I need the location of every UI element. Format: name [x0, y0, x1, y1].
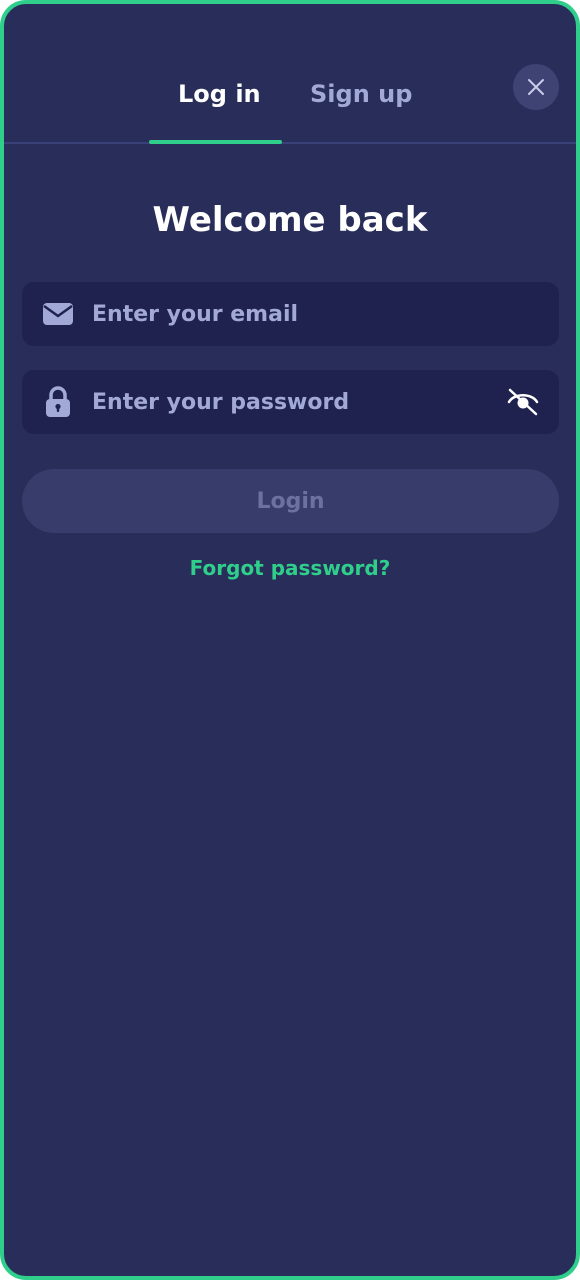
- password-field: [22, 370, 559, 434]
- lock-icon: [42, 386, 74, 418]
- tab-signup[interactable]: Sign up: [310, 80, 412, 108]
- close-icon: [528, 79, 544, 95]
- auth-tabs: Log in Sign up: [4, 4, 576, 144]
- password-input[interactable]: [92, 370, 492, 434]
- forgot-password-link[interactable]: Forgot password?: [4, 556, 576, 580]
- email-input[interactable]: [92, 282, 492, 346]
- login-modal: Log in Sign up Welcome back Enter your e…: [0, 0, 580, 1280]
- active-tab-indicator: [149, 140, 282, 144]
- page-title: Welcome back: [152, 200, 428, 240]
- show-password-toggle[interactable]: [505, 384, 541, 420]
- envelope-icon: [42, 298, 74, 330]
- eye-off-icon: [507, 388, 539, 416]
- close-button[interactable]: [513, 64, 559, 110]
- tab-login[interactable]: Log in: [178, 80, 261, 108]
- login-button[interactable]: Login: [22, 469, 559, 533]
- email-field: [22, 282, 559, 346]
